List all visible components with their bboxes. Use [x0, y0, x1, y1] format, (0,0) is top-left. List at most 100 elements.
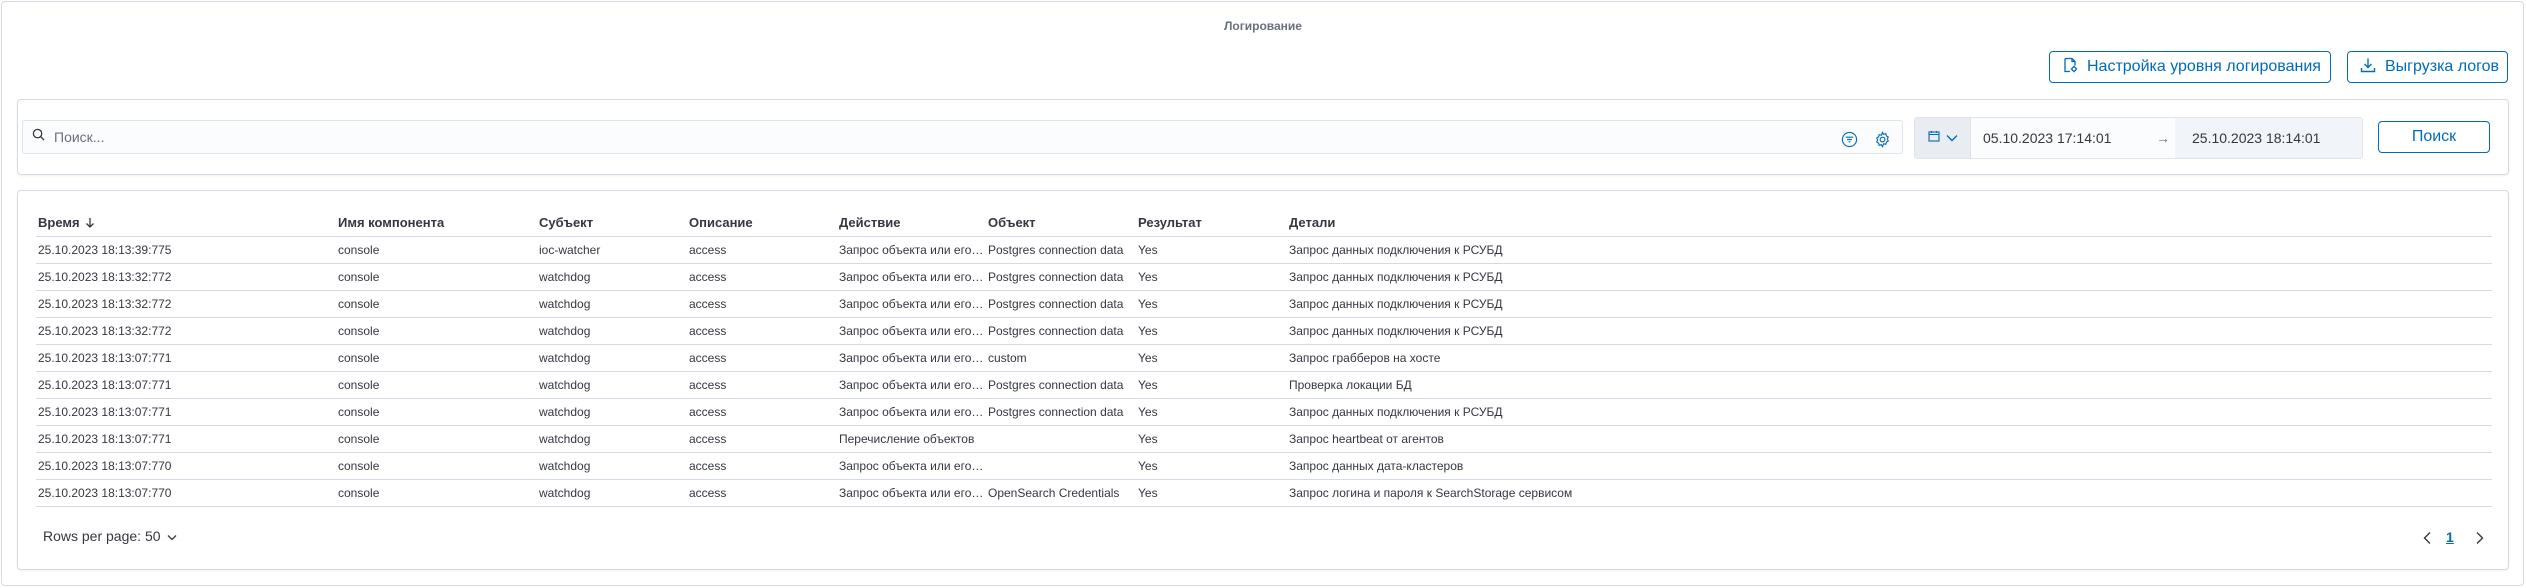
cell-action: Запрос объекта или его ... [837, 344, 986, 372]
column-header-action[interactable]: Действие [837, 210, 986, 237]
cell-result: Yes [1136, 398, 1287, 426]
date-range-arrow: → [2156, 130, 2170, 146]
cell-action: Запрос объекта или его ... [837, 479, 986, 507]
table-row[interactable]: 25.10.2023 18:13:07:771 console watchdog ac… [36, 398, 2492, 426]
table-row[interactable]: 25.10.2023 18:13:07:770 console watchdog ac… [36, 452, 2492, 480]
search-input[interactable] [54, 121, 1902, 153]
cell-component: console [336, 425, 537, 453]
page-number-current[interactable]: 1 [2446, 529, 2454, 545]
cell-object: custom [986, 344, 1136, 372]
table-row[interactable]: 25.10.2023 18:13:32:772 console watchdog ac… [36, 317, 2492, 345]
rows-per-page-selector[interactable]: Rows per page: 50 [43, 528, 177, 544]
column-header-subject[interactable]: Субъект [537, 210, 687, 237]
table-row[interactable]: 25.10.2023 18:13:07:770 console watchdog ac… [36, 479, 2492, 507]
column-header-details[interactable]: Детали [1287, 210, 2492, 237]
log-level-settings-label: Настройка уровня логирования [2087, 58, 2321, 75]
table-header-row: Время Имя компонента Субъект Описание Де… [36, 210, 2492, 237]
table-row[interactable]: 25.10.2023 18:13:07:771 console watchdog ac… [36, 425, 2492, 453]
table-row[interactable]: 25.10.2023 18:13:07:771 console watchdog ac… [36, 371, 2492, 399]
cell-details: Запрос данных дата-кластеров [1287, 452, 2492, 480]
cell-result: Yes [1136, 317, 1287, 345]
chevron-down-icon [161, 528, 177, 544]
cell-details: Проверка локации БД [1287, 371, 2492, 399]
cell-description: access [687, 425, 837, 453]
log-level-settings-button[interactable]: Настройка уровня логирования [2049, 51, 2331, 83]
cell-action: Перечисление объектов [837, 425, 986, 453]
column-header-result[interactable]: Результат [1136, 210, 1287, 237]
cell-description: access [687, 371, 837, 399]
arrow-down-icon [85, 216, 95, 231]
column-header-time[interactable]: Время [36, 210, 336, 237]
cell-subject: watchdog [537, 452, 687, 480]
cell-object: Postgres connection data [986, 263, 1136, 291]
cell-result: Yes [1136, 425, 1287, 453]
cell-action: Запрос объекта или его ... [837, 317, 986, 345]
cell-time: 25.10.2023 18:13:07:770 [36, 479, 336, 507]
date-end-field[interactable]: 25.10.2023 18:14:01 [2192, 118, 2320, 158]
document-settings-icon [2062, 57, 2087, 78]
export-logs-button[interactable]: Выгрузка логов [2347, 51, 2508, 83]
cell-component: console [336, 479, 537, 507]
cell-object: Postgres connection data [986, 317, 1136, 345]
cell-time: 25.10.2023 18:13:32:772 [36, 263, 336, 291]
cell-time: 25.10.2023 18:13:07:771 [36, 344, 336, 372]
cell-details: Запрос грабберов на хосте [1287, 344, 2492, 372]
cell-details: Запрос данных подключения к РСУБД [1287, 263, 2492, 291]
search-button[interactable]: Поиск [2378, 121, 2490, 153]
cell-description: access [687, 479, 837, 507]
filter-icon[interactable] [1839, 129, 1859, 149]
page-title: Логирование [1224, 19, 1302, 33]
table-row[interactable]: 25.10.2023 18:13:32:772 console watchdog ac… [36, 290, 2492, 318]
table-row[interactable]: 25.10.2023 18:13:32:772 console watchdog ac… [36, 263, 2492, 291]
cell-time: 25.10.2023 18:13:07:771 [36, 398, 336, 426]
cell-subject: watchdog [537, 425, 687, 453]
search-icon [32, 128, 45, 146]
cell-result: Yes [1136, 479, 1287, 507]
date-quick-select[interactable] [1915, 118, 1971, 158]
rows-per-page-label: Rows per page: 50 [43, 528, 161, 544]
cell-details: Запрос данных подключения к РСУБД [1287, 398, 2492, 426]
column-header-object[interactable]: Объект [986, 210, 1136, 237]
cell-object: Postgres connection data [986, 290, 1136, 318]
cell-action: Запрос объекта или его ... [837, 371, 986, 399]
cell-result: Yes [1136, 344, 1287, 372]
table-row[interactable]: 25.10.2023 18:13:39:775 console ioc-watche… [36, 236, 2492, 264]
cell-subject: watchdog [537, 317, 687, 345]
cell-action: Запрос объекта или его ... [837, 452, 986, 480]
cell-result: Yes [1136, 236, 1287, 264]
column-header-component[interactable]: Имя компонента [336, 210, 537, 237]
cell-component: console [336, 263, 537, 291]
cell-description: access [687, 344, 837, 372]
cell-object: Postgres connection data [986, 371, 1136, 399]
logs-table: Время Имя компонента Субъект Описание Де… [36, 210, 2492, 507]
cell-object: Postgres connection data [986, 236, 1136, 264]
cell-action: Запрос объекта или его ... [837, 398, 986, 426]
date-start-field[interactable]: 05.10.2023 17:14:01 [1983, 118, 2111, 158]
cell-object [986, 425, 1136, 453]
cell-subject: watchdog [537, 398, 687, 426]
cell-time: 25.10.2023 18:13:07:770 [36, 452, 336, 480]
chevron-left-icon[interactable] [2418, 528, 2436, 548]
cell-description: access [687, 452, 837, 480]
cell-subject: watchdog [537, 344, 687, 372]
cell-time: 25.10.2023 18:13:07:771 [36, 425, 336, 453]
cell-component: console [336, 371, 537, 399]
cell-description: access [687, 290, 837, 318]
gear-icon[interactable] [1872, 129, 1892, 149]
cell-time: 25.10.2023 18:13:32:772 [36, 290, 336, 318]
cell-time: 25.10.2023 18:13:39:775 [36, 236, 336, 264]
cell-component: console [336, 290, 537, 318]
chevron-right-icon[interactable] [2470, 528, 2488, 548]
cell-description: access [687, 236, 837, 264]
cell-description: access [687, 317, 837, 345]
cell-details: Запрос данных подключения к РСУБД [1287, 317, 2492, 345]
cell-time: 25.10.2023 18:13:32:772 [36, 317, 336, 345]
column-header-description[interactable]: Описание [687, 210, 837, 237]
cell-subject: watchdog [537, 290, 687, 318]
cell-result: Yes [1136, 290, 1287, 318]
cell-subject: ioc-watcher [537, 236, 687, 264]
table-row[interactable]: 25.10.2023 18:13:07:771 console watchdog ac… [36, 344, 2492, 372]
cell-time: 25.10.2023 18:13:07:771 [36, 371, 336, 399]
cell-result: Yes [1136, 452, 1287, 480]
cell-description: access [687, 263, 837, 291]
